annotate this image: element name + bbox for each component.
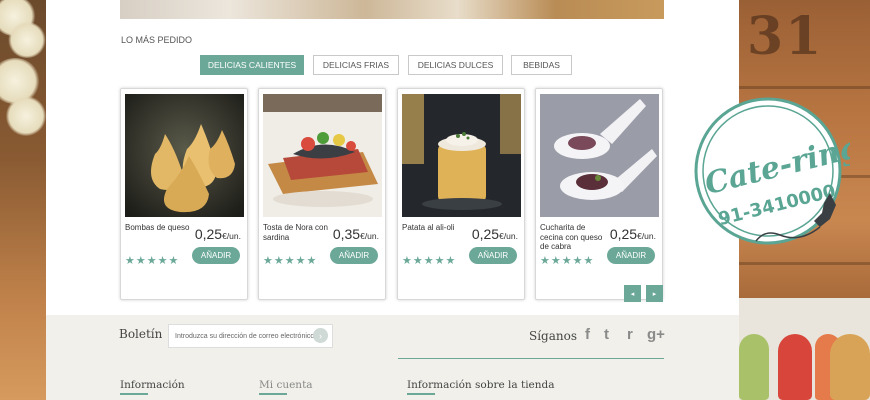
google-plus-icon[interactable]: g+	[647, 326, 665, 343]
carousel-prev-button[interactable]: ◂	[624, 285, 641, 302]
product-name[interactable]: Cucharita de cecina con queso de cabra	[540, 223, 606, 252]
product-price: 0,25€/un.	[472, 226, 518, 242]
background-flowers	[0, 0, 46, 400]
product-card[interactable]: Tosta de Nora con sardina 0,35€/un. ★★★★…	[258, 88, 386, 300]
product-price: 0,25€/un.	[610, 226, 656, 242]
follow-us-label: Síganos	[529, 329, 578, 343]
column-underline	[259, 393, 287, 395]
product-name[interactable]: Tosta de Nora con sardina	[263, 223, 329, 242]
price-unit: €/un.	[360, 231, 379, 241]
product-card[interactable]: Cucharita de cecina con queso de cabra 0…	[535, 88, 663, 300]
price-value: 0,25	[471, 226, 500, 242]
macaron-green	[739, 334, 769, 400]
product-card[interactable]: Bombas de queso 0,25€/un. ★★★★★ AÑADIR	[120, 88, 248, 300]
product-photo-cucharita[interactable]	[540, 94, 659, 217]
rating-stars: ★★★★★	[540, 255, 595, 267]
column-underline	[120, 393, 148, 395]
column-underline	[407, 393, 435, 395]
facebook-icon[interactable]: f	[585, 326, 590, 343]
product-price: 0,35€/un.	[333, 226, 379, 242]
rss-icon[interactable]: r	[627, 326, 633, 343]
product-card[interactable]: Patata al ali-oli 0,25€/un. ★★★★★ AÑADIR	[397, 88, 525, 300]
rating-stars: ★★★★★	[263, 255, 318, 267]
price-unit: €/un.	[222, 231, 241, 241]
add-to-cart-button[interactable]: AÑADIR	[469, 247, 517, 264]
tab-delicias-calientes[interactable]: DELICIAS CALIENTES	[200, 55, 304, 75]
price-unit: €/un.	[637, 231, 656, 241]
price-value: 0,25	[609, 226, 638, 242]
add-to-cart-button[interactable]: AÑADIR	[192, 247, 240, 264]
product-name[interactable]: Patata al ali-oli	[402, 223, 468, 233]
product-photo-tosta[interactable]	[263, 94, 382, 217]
catering-phone-stamp[interactable]: Cate-ring 91-3410000	[690, 93, 864, 258]
add-to-cart-button[interactable]: AÑADIR	[607, 247, 655, 264]
hero-banner	[120, 0, 664, 19]
add-to-cart-button[interactable]: AÑADIR	[330, 247, 378, 264]
footer-column-informacion[interactable]: Información	[120, 379, 185, 391]
section-title: LO MÁS PEDIDO	[121, 35, 193, 45]
footer-column-info-tienda[interactable]: Información sobre la tienda	[407, 379, 555, 391]
product-photo-bombas[interactable]	[125, 94, 244, 217]
footer-column-mi-cuenta[interactable]: Mi cuenta	[259, 379, 313, 391]
tab-bebidas[interactable]: BEBIDAS	[511, 55, 572, 75]
product-name[interactable]: Bombas de queso	[125, 223, 191, 233]
tab-delicias-dulces[interactable]: DELICIAS DULCES	[408, 55, 503, 75]
macaron-caramel	[830, 334, 870, 400]
newsletter-submit-button[interactable]: ›	[313, 328, 328, 343]
twitter-icon[interactable]: t	[604, 326, 609, 343]
product-photo-patata[interactable]	[402, 94, 521, 217]
tab-delicias-frias[interactable]: DELICIAS FRIAS	[313, 55, 399, 75]
price-value: 0,25	[194, 226, 223, 242]
carousel-next-button[interactable]: ▸	[646, 285, 663, 302]
rating-stars: ★★★★★	[125, 255, 180, 267]
macaron-red	[778, 334, 812, 400]
price-unit: €/un.	[499, 231, 518, 241]
price-value: 0,35	[332, 226, 361, 242]
rating-stars: ★★★★★	[402, 255, 457, 267]
newsletter-email-input[interactable]: Introduzca su dirección de correo electr…	[168, 324, 333, 348]
newsletter-label: Boletín	[119, 327, 163, 341]
footer-divider	[398, 358, 664, 359]
product-price: 0,25€/un.	[195, 226, 241, 242]
